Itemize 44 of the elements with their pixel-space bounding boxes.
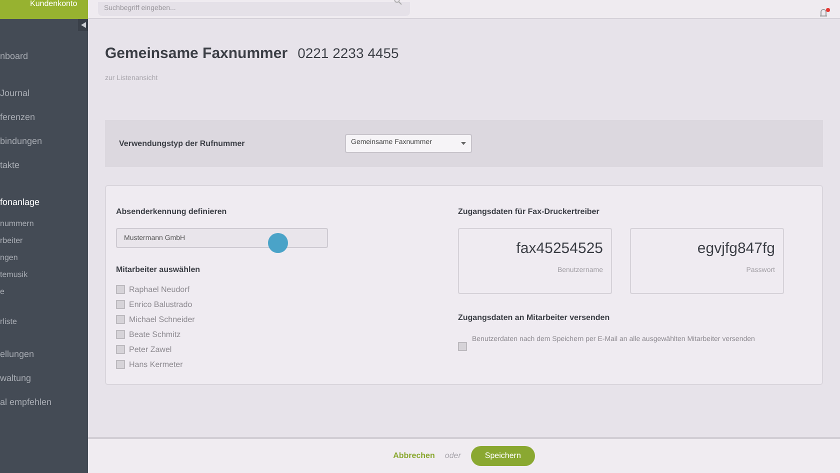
usage-label: Verwendungstyp der Rufnummer bbox=[119, 138, 246, 150]
send-label: Zugangsdaten an Mitarbeiter versenden bbox=[458, 312, 611, 324]
save-button[interactable]: Speichern bbox=[470, 446, 535, 466]
sidebar-item[interactable]: nboard bbox=[0, 45, 88, 69]
employee-name: Beate Schmitz bbox=[129, 328, 181, 340]
sidebar-item[interactable]: takte bbox=[0, 154, 88, 178]
sidebar-item[interactable]: bindungen bbox=[0, 130, 88, 154]
checkbox[interactable] bbox=[116, 330, 125, 339]
checkbox[interactable] bbox=[116, 285, 125, 294]
sidebar-item[interactable]: ellungen bbox=[0, 343, 88, 367]
sidebar-item[interactable]: nummern bbox=[0, 215, 88, 232]
credential-value: egvjfg847fg bbox=[697, 241, 775, 256]
notification-icon[interactable] bbox=[818, 8, 830, 18]
cancel-link[interactable]: Abbrechen bbox=[393, 450, 435, 462]
employee-name: Raphael Neudorf bbox=[129, 284, 190, 296]
checkbox[interactable] bbox=[116, 300, 125, 309]
sidebar-item[interactable]: e bbox=[0, 283, 88, 300]
credentials-label: Zugangsdaten für Fax-Druckertreiber bbox=[458, 206, 600, 218]
employee-name: Peter Zawel bbox=[129, 344, 172, 356]
checkbox[interactable] bbox=[458, 342, 467, 351]
checkbox[interactable] bbox=[116, 360, 125, 369]
caret-icon bbox=[461, 142, 466, 145]
sidebar-item[interactable]: temusik bbox=[0, 266, 88, 283]
employee-name: Michael Schneider bbox=[129, 314, 195, 326]
sidebar-item[interactable]: fonanlage bbox=[0, 191, 88, 215]
sidebar-item[interactable]: waltung bbox=[0, 367, 88, 391]
brand-label: Kundenkonto bbox=[30, 0, 78, 8]
fax-number: 0221 2233 4455 bbox=[298, 44, 399, 63]
employees-label: Mitarbeiter auswählen bbox=[116, 264, 202, 276]
sidebar-item[interactable]: rliste bbox=[0, 313, 88, 330]
sidebar-item[interactable]: al empfehlen bbox=[0, 391, 88, 415]
sender-label: Absenderkennung definieren bbox=[116, 206, 228, 218]
checkbox[interactable] bbox=[116, 315, 125, 324]
employee-name: Enrico Balustrado bbox=[129, 298, 192, 310]
sidebar-item[interactable]: ngen bbox=[0, 249, 88, 266]
or-label: oder bbox=[444, 450, 461, 462]
sidebar-item[interactable]: rbeiter bbox=[0, 232, 88, 249]
collapse-icon[interactable] bbox=[78, 19, 88, 31]
page-title: Gemeinsame Faxnummer bbox=[105, 44, 288, 64]
checkbox[interactable] bbox=[116, 345, 125, 354]
employee-name: Hans Kermeter bbox=[129, 358, 183, 370]
sidebar-item[interactable]: Journal bbox=[0, 82, 88, 106]
sidebar-item[interactable]: ferenzen bbox=[0, 106, 88, 130]
credential-value: fax45254525 bbox=[516, 241, 603, 256]
